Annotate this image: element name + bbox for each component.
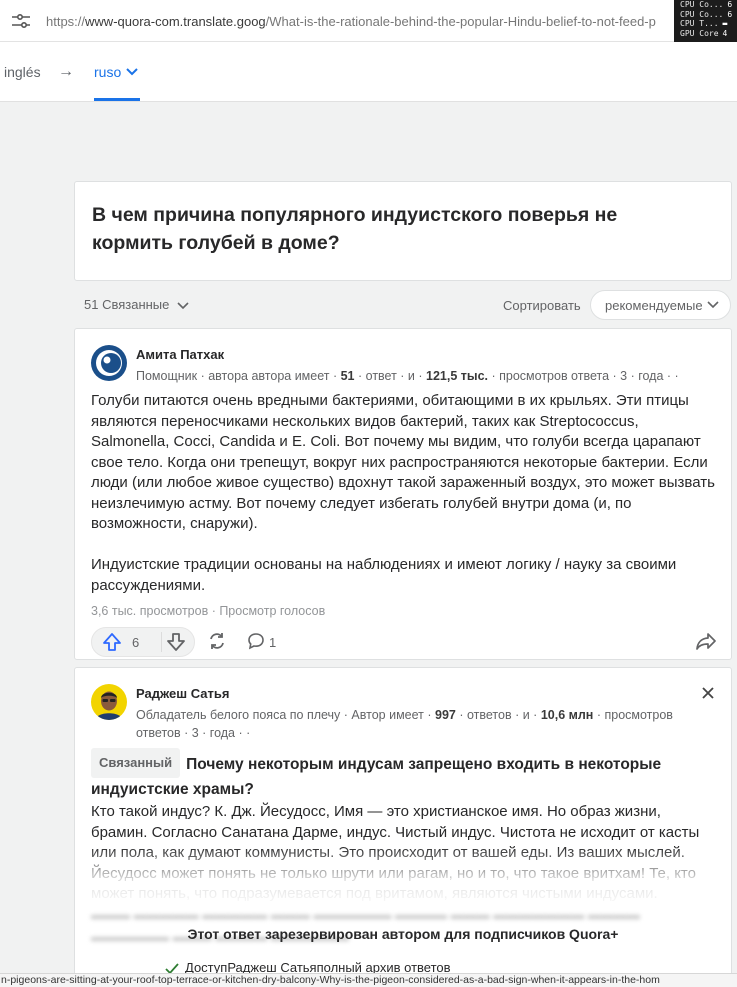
user-avatar-icon [91,345,127,381]
author-name[interactable]: Амита Патхак [136,347,224,362]
answers-count: 51 [340,369,355,383]
url-host: www-quora-com.translate.goog [85,14,266,29]
meta-text: · просмотров ответа · 3 · года · · [491,369,679,383]
hud-row: CPU T... ▬ [680,19,737,29]
vote-pill: 6 [91,627,195,657]
hud-value: 6 [727,0,733,9]
author-credentials: Помощник · автора автора имеет · 51 · от… [136,367,679,385]
question-title[interactable]: В чем причина популярного индуистского п… [92,201,692,257]
site-settings-icon[interactable] [10,12,32,30]
upvote-count: 6 [132,635,140,650]
sort-value: рекомендуемые [605,298,703,313]
downvote-icon[interactable] [166,632,186,652]
hud-label: GPU Core [680,28,719,38]
related-question[interactable]: Связанный Почему некоторым индусам запрещ… [91,748,701,802]
answer-paragraph: Голуби питаются очень вредными бактериям… [91,392,715,532]
reshare-icon[interactable] [207,631,227,651]
hud-row: GPU Core 4 [680,29,737,39]
comment-count: 1 [269,635,277,650]
answer-paragraph: Индуистские традиции основаны на наблюде… [91,556,677,594]
meta-text: · просмотров [596,708,673,722]
browser-address-bar[interactable]: https://www-quora-com.translate.goog/Wha… [0,0,737,42]
related-badge: Связанный [91,748,181,778]
source-language[interactable]: inglés [4,64,41,80]
answers-count: 997 [435,708,456,722]
hardware-monitor-overlay: CPU Co... 6 CPU Co... 6 CPU T... ▬ GPU Core… [674,0,737,42]
meta-text: · ответ · и · [358,369,423,383]
hud-row: CPU Co... 6 [680,0,737,10]
paywall-title: Этот ответ зарезервирован автором для по… [187,926,619,942]
answer-actions: 6 1 [91,627,717,657]
meta-text: ответов · 3 · года · · [136,726,251,740]
upvote-icon[interactable] [102,632,122,652]
url-path: /What-is-the-rationale-behind-the-popula… [265,14,656,29]
hud-label: CPU Co... [680,9,724,19]
sort-select[interactable]: рекомендуемые [590,290,731,320]
hud-row: CPU Co... 6 [680,10,737,20]
divider [161,632,162,652]
answer-card: Раджеш Сатья Обладатель белого пояса по … [74,667,732,987]
avatar[interactable] [91,684,127,720]
meta-text: Обладатель белого пояса по плечу · Автор… [136,708,432,722]
answer-card: Амита Патхак Помощник · автора автора им… [74,328,732,660]
hud-bar: ▬ [722,19,728,28]
meta-text: · ответов · и · [459,708,538,722]
translate-bar: inglés → ruso [0,42,737,102]
chevron-down-icon [126,68,138,76]
arrow-right-icon: → [58,63,74,80]
meta-text: Помощник · автора автора имеет · [136,369,338,383]
author-name[interactable]: Раджеш Сатья [136,686,229,701]
hud-value: 4 [722,28,728,38]
hud-label: CPU T... [680,19,719,28]
status-bar-link-preview: n-pigeons-are-sitting-at-your-roof-top-t… [0,973,737,987]
chevron-down-icon [707,301,719,309]
related-dropdown[interactable]: 51 Связанные [84,297,189,312]
close-icon[interactable] [701,686,715,700]
chevron-down-icon [177,301,189,309]
avatar[interactable] [91,345,127,381]
views-line[interactable]: 3,6 тыс. просмотров · Просмотр голосов [91,604,325,618]
target-language-tab[interactable]: ruso [94,42,140,101]
hud-label: CPU Co... [680,0,724,9]
comment-icon[interactable] [247,632,265,650]
share-icon[interactable] [695,631,717,651]
views-count: 10,6 млн [540,708,594,722]
user-avatar-icon [91,684,127,720]
url-prefix: https:// [46,14,86,29]
question-card: В чем причина популярного индуистского п… [74,181,732,281]
views-count: 121,5 тыс. [426,369,488,383]
author-credentials: Обладатель белого пояса по плечу · Автор… [136,706,673,742]
related-label: 51 Связанные [84,297,170,312]
hud-value: 6 [727,9,733,19]
address-url[interactable]: https://www-quora-com.translate.goog/Wha… [46,14,656,29]
sort-label: Сортировать [503,298,581,313]
target-language-label: ruso [94,64,122,80]
